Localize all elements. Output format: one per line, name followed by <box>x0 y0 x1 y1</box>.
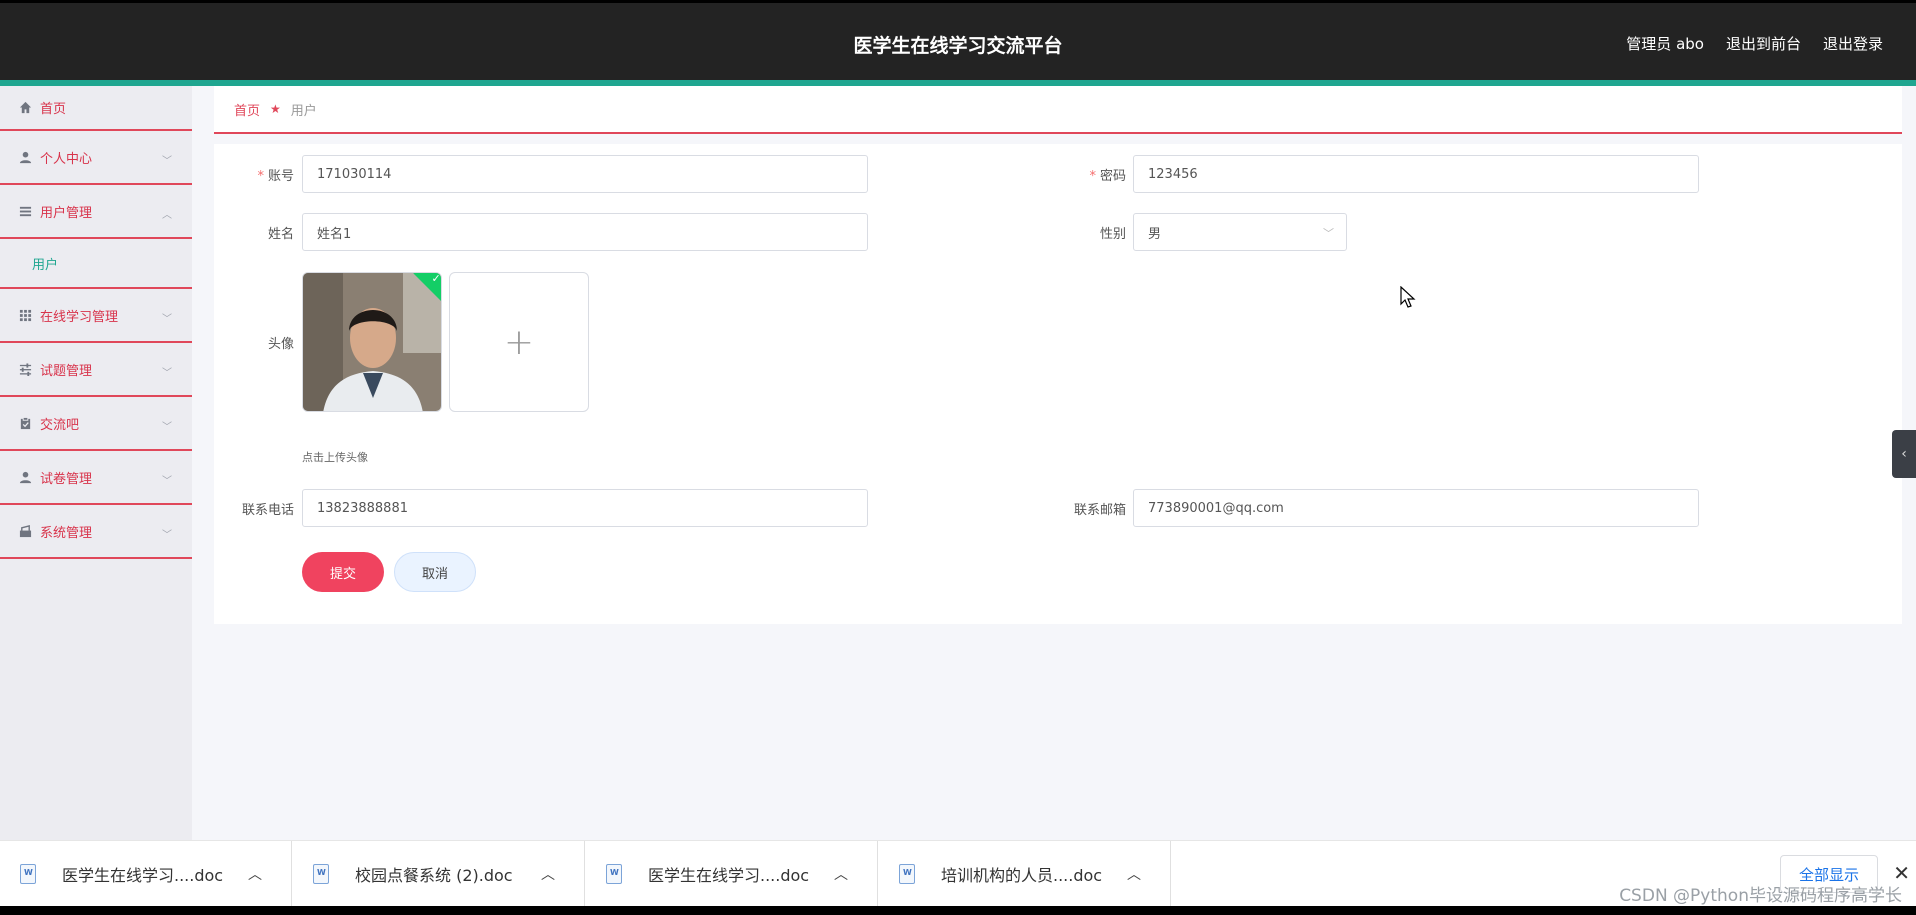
download-filename: 校园点餐系统 (2).doc <box>355 866 513 885</box>
avatar-label: 头像 <box>267 337 294 352</box>
settings-icon <box>18 524 32 538</box>
exit-to-front-link[interactable]: 退出到前台 <box>1726 33 1801 54</box>
sidebar-item-online-learning[interactable]: 在线学习管理 ﹀ <box>0 289 192 343</box>
download-item[interactable]: 培训机构的人员....doc ︿ <box>879 841 1171 907</box>
password-label: * 密码 <box>1089 169 1126 184</box>
sidebar-item-label: 试题管理 <box>40 363 93 379</box>
sidebar-item-personal-center[interactable]: 个人中心 ﹀ <box>0 131 192 185</box>
chevron-down-icon: ﹀ <box>1323 227 1334 240</box>
download-item[interactable]: 医学生在线学习....doc ︿ <box>0 841 292 907</box>
chevron-down-icon: ﹀ <box>162 422 172 433</box>
phone-label: 联系电话 <box>241 503 294 518</box>
sidebar-item-label: 首页 <box>40 102 67 117</box>
page-body: 首页 个人中心 ﹀ 用户管理 ︿ 用户 在线学习管理 ﹀ 试题管理 ﹀ 交流吧 … <box>0 86 1916 840</box>
chevron-down-icon: ﹀ <box>162 368 172 379</box>
sidebar: 首页 个人中心 ﹀ 用户管理 ︿ 用户 在线学习管理 ﹀ 试题管理 ﹀ 交流吧 … <box>0 86 192 840</box>
word-doc-icon <box>899 864 915 884</box>
name-input[interactable]: 姓名1 <box>302 213 868 251</box>
check-icon: ✓ <box>431 272 441 285</box>
download-item[interactable]: 医学生在线学习....doc ︿ <box>586 841 878 907</box>
list-icon <box>18 204 32 218</box>
star-separator-icon: ★ <box>270 102 281 116</box>
user-form: * 账号 171030114 * 密码 123456 姓名 姓名1 性别 男 ﹀ 头… <box>214 144 1902 624</box>
password-input[interactable]: 123456 <box>1133 155 1699 193</box>
sidebar-item-label: 用户管理 <box>40 205 93 221</box>
sidebar-item-forum[interactable]: 交流吧 ﹀ <box>0 397 192 451</box>
chevron-down-icon: ﹀ <box>162 530 172 541</box>
sidebar-item-system-management[interactable]: 系统管理 ﹀ <box>0 505 192 559</box>
cancel-button[interactable]: 取消 <box>394 552 476 592</box>
chevron-down-icon: ﹀ <box>162 156 172 167</box>
grid-icon <box>18 308 32 322</box>
sidebar-item-user-management[interactable]: 用户管理 ︿ <box>0 185 192 239</box>
download-item[interactable]: 校园点餐系统 (2).doc ︿ <box>293 841 585 907</box>
collapse-panel-tab[interactable]: ‹ <box>1892 430 1916 478</box>
email-input[interactable]: 773890001@qq.com <box>1133 489 1699 527</box>
name-label: 姓名 <box>267 227 294 242</box>
sidebar-subitem-user[interactable]: 用户 <box>0 239 192 289</box>
sliders-icon <box>18 362 32 376</box>
download-filename: 医学生在线学习....doc <box>62 866 224 885</box>
screen-bottom-edge <box>0 906 1916 915</box>
breadcrumb-current: 用户 <box>290 103 317 119</box>
chevron-up-icon[interactable]: ︿ <box>1127 864 1141 884</box>
chevron-down-icon: ﹀ <box>162 476 172 487</box>
download-filename: 培训机构的人员....doc <box>941 866 1103 885</box>
sidebar-item-label: 试卷管理 <box>40 471 93 487</box>
account-label: * 账号 <box>257 169 294 184</box>
sidebar-item-label: 个人中心 <box>40 151 93 167</box>
gender-selected-value: 男 <box>1148 226 1162 242</box>
download-filename: 医学生在线学习....doc <box>648 866 810 885</box>
chevron-left-icon: ‹ <box>1901 446 1907 462</box>
submit-button[interactable]: 提交 <box>302 552 384 592</box>
gender-label: 性别 <box>1099 227 1126 242</box>
plus-icon: + <box>503 321 535 363</box>
email-label: 联系邮箱 <box>1073 503 1126 518</box>
sidebar-item-question-management[interactable]: 试题管理 ﹀ <box>0 343 192 397</box>
sidebar-item-label: 系统管理 <box>40 525 93 541</box>
word-doc-icon <box>20 864 36 884</box>
home-icon <box>18 101 32 115</box>
clipboard-icon <box>18 416 32 430</box>
sidebar-item-home[interactable]: 首页 <box>0 86 192 131</box>
header-actions: 管理员 abo 退出到前台 退出登录 <box>1626 33 1883 54</box>
upload-tip: 点击上传头像 <box>302 451 368 464</box>
mouse-cursor-icon <box>1400 285 1416 314</box>
breadcrumb: 首页 ★ 用户 <box>214 86 1902 134</box>
phone-input[interactable]: 13823888881 <box>302 489 868 527</box>
avatar-upload-button[interactable]: + <box>449 272 589 412</box>
chevron-up-icon[interactable]: ︿ <box>541 864 555 884</box>
logout-link[interactable]: 退出登录 <box>1823 33 1883 54</box>
chevron-up-icon: ︿ <box>162 210 172 221</box>
top-header: 医学生在线学习交流平台 管理员 abo 退出到前台 退出登录 <box>0 3 1916 80</box>
chevron-up-icon[interactable]: ︿ <box>834 864 848 884</box>
chevron-up-icon[interactable]: ︿ <box>248 864 262 884</box>
gender-select[interactable]: 男 ﹀ <box>1133 213 1347 251</box>
word-doc-icon <box>606 864 622 884</box>
admin-user-label: 管理员 abo <box>1626 35 1704 53</box>
chevron-down-icon: ﹀ <box>162 314 172 325</box>
watermark: CSDN @Python毕设源码程序高学长 <box>1619 886 1902 906</box>
account-input[interactable]: 171030114 <box>302 155 868 193</box>
avatar-image <box>303 273 441 411</box>
word-doc-icon <box>313 864 329 884</box>
sidebar-item-exam-management[interactable]: 试卷管理 ﹀ <box>0 451 192 505</box>
sidebar-item-label: 在线学习管理 <box>40 309 119 325</box>
person-icon <box>18 470 32 484</box>
avatar-preview[interactable]: ✓ <box>302 272 442 412</box>
sidebar-item-label: 交流吧 <box>40 417 80 433</box>
breadcrumb-home-link[interactable]: 首页 <box>234 100 260 119</box>
person-icon <box>18 150 32 164</box>
